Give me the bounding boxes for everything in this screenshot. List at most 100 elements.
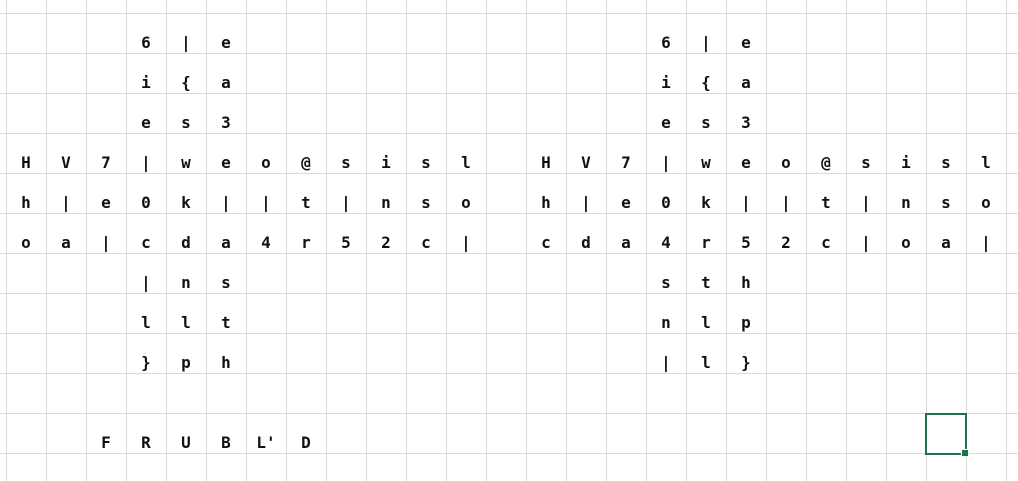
cell-right-r4-c20[interactable]: t [806,183,846,223]
cell-left-r3-c10[interactable]: s [406,143,446,183]
cell-right-r6-c16[interactable]: s [646,263,686,303]
cell-right-r4-c18[interactable]: | [726,183,766,223]
cell-right-r5-c23[interactable]: a [926,223,966,263]
move-cell-r10-c6[interactable]: L' [246,423,286,463]
cell-left-r0-c3[interactable]: 6 [126,23,166,63]
cell-right-r5-c13[interactable]: c [526,223,566,263]
spreadsheet-grid[interactable]: 6 | e i{a e s 3 H V 7 | w e o @ s i s l h | e 0 k | | t | n s o o a | c d a 4… [0,0,1018,481]
cell-left-r3-c5[interactable]: e [206,143,246,183]
cell-right-r5-c16[interactable]: 4 [646,223,686,263]
cell-right-r5-c20[interactable]: c [806,223,846,263]
cell-left-r1-c4[interactable]: { [166,63,206,103]
move-cell-r10-c5[interactable]: B [206,423,246,463]
cell-right-r5-c24[interactable]: | [966,223,1006,263]
cell-right-r7-c18[interactable]: p [726,303,766,343]
cell-right-r4-c22[interactable]: n [886,183,926,223]
cell-left-r8-c4[interactable]: p [166,343,206,383]
cell-right-r0-c16[interactable]: 6 [646,23,686,63]
cell-left-r0-c4[interactable]: | [166,23,206,63]
cell-left-r4-c5[interactable]: | [206,183,246,223]
cell-left-r3-c11[interactable]: l [446,143,486,183]
cell-left-r2-c4[interactable]: s [166,103,206,143]
cell-right-r3-c16[interactable]: | [646,143,686,183]
cell-right-r0-c18[interactable]: e [726,23,766,63]
move-cell-r10-c3[interactable]: R [126,423,166,463]
cell-right-r5-c19[interactable]: 2 [766,223,806,263]
cell-left-r8-c5[interactable]: h [206,343,246,383]
cell-left-r4-c2[interactable]: e [86,183,126,223]
cell-left-r7-c5[interactable]: t [206,303,246,343]
cell-right-r3-c24[interactable]: l [966,143,1006,183]
cell-left-r2-c3[interactable]: e [126,103,166,143]
cell-right-r1-c18[interactable]: a [726,63,766,103]
cell-right-r4-c23[interactable]: s [926,183,966,223]
cell-left-r5-c3[interactable]: c [126,223,166,263]
move-cell-r10-c2[interactable]: F [86,423,126,463]
cell-left-r5-c2[interactable]: | [86,223,126,263]
cell-right-r3-c18[interactable]: e [726,143,766,183]
move-cell-r10-c7[interactable]: D [286,423,326,463]
cell-right-r6-c17[interactable]: t [686,263,726,303]
cell-right-r7-c16[interactable]: n [646,303,686,343]
cell-left-r3-c4[interactable]: w [166,143,206,183]
cell-left-r4-c9[interactable]: n [366,183,406,223]
cell-left-r5-c8[interactable]: 5 [326,223,366,263]
cell-left-r4-c1[interactable]: | [46,183,86,223]
cell-right-r4-c19[interactable]: | [766,183,806,223]
cell-left-r2-c5[interactable]: 3 [206,103,246,143]
cell-left-r5-c1[interactable]: a [46,223,86,263]
cell-left-r4-c4[interactable]: k [166,183,206,223]
cell-left-r6-c5[interactable]: s [206,263,246,303]
cell-right-r5-c21[interactable]: | [846,223,886,263]
cell-right-r2-c17[interactable]: s [686,103,726,143]
cell-left-r5-c5[interactable]: a [206,223,246,263]
cell-right-r6-c18[interactable]: h [726,263,766,303]
cell-right-r5-c22[interactable]: o [886,223,926,263]
move-cell-r10-c4[interactable]: U [166,423,206,463]
cell-left-r6-c4[interactable]: n [166,263,206,303]
cell-right-r3-c23[interactable]: s [926,143,966,183]
cell-right-r3-c22[interactable]: i [886,143,926,183]
cell-left-r4-c3[interactable]: 0 [126,183,166,223]
cell-right-r1-c17[interactable]: { [686,63,726,103]
cell-left-r0-c5[interactable]: e [206,23,246,63]
cell-left-r3-c3[interactable]: | [126,143,166,183]
cell-right-r5-c15[interactable]: a [606,223,646,263]
cell-right-r3-c14[interactable]: V [566,143,606,183]
cell-right-r4-c13[interactable]: h [526,183,566,223]
cell-right-r2-c18[interactable]: 3 [726,103,766,143]
cell-right-r5-c14[interactable]: d [566,223,606,263]
cell-right-r4-c21[interactable]: | [846,183,886,223]
cell-left-r5-c9[interactable]: 2 [366,223,406,263]
cell-right-r4-c14[interactable]: | [566,183,606,223]
cell-left-r7-c3[interactable]: l [126,303,166,343]
cell-left-r5-c7[interactable]: r [286,223,326,263]
cell-right-r8-c18[interactable]: } [726,343,766,383]
selected-cell[interactable] [925,413,969,457]
cell-left-r6-c3[interactable]: | [126,263,166,303]
cell-right-r3-c17[interactable]: w [686,143,726,183]
cell-right-r4-c16[interactable]: 0 [646,183,686,223]
cell-right-r8-c17[interactable]: l [686,343,726,383]
cell-right-r3-c13[interactable]: H [526,143,566,183]
cell-right-r4-c17[interactable]: k [686,183,726,223]
cell-left-r3-c6[interactable]: o [246,143,286,183]
cell-left-r3-c2[interactable]: 7 [86,143,126,183]
cell-right-r5-c17[interactable]: r [686,223,726,263]
fill-handle[interactable] [961,449,969,457]
cell-right-r4-c15[interactable]: e [606,183,646,223]
cell-left-r3-c9[interactable]: i [366,143,406,183]
cell-right-r2-c16[interactable]: e [646,103,686,143]
cell-left-r3-c1[interactable]: V [46,143,86,183]
cell-right-r0-c17[interactable]: | [686,23,726,63]
cell-left-r1-c3[interactable]: i [126,63,166,103]
cell-left-r4-c10[interactable]: s [406,183,446,223]
cell-right-r3-c21[interactable]: s [846,143,886,183]
cell-left-r3-c8[interactable]: s [326,143,366,183]
cell-right-r4-c24[interactable]: o [966,183,1006,223]
cell-right-r8-c16[interactable]: | [646,343,686,383]
cell-right-r7-c17[interactable]: l [686,303,726,343]
cell-left-r4-c11[interactable]: o [446,183,486,223]
cell-left-r5-c10[interactable]: c [406,223,446,263]
cell-left-r3-c0[interactable]: H [6,143,46,183]
